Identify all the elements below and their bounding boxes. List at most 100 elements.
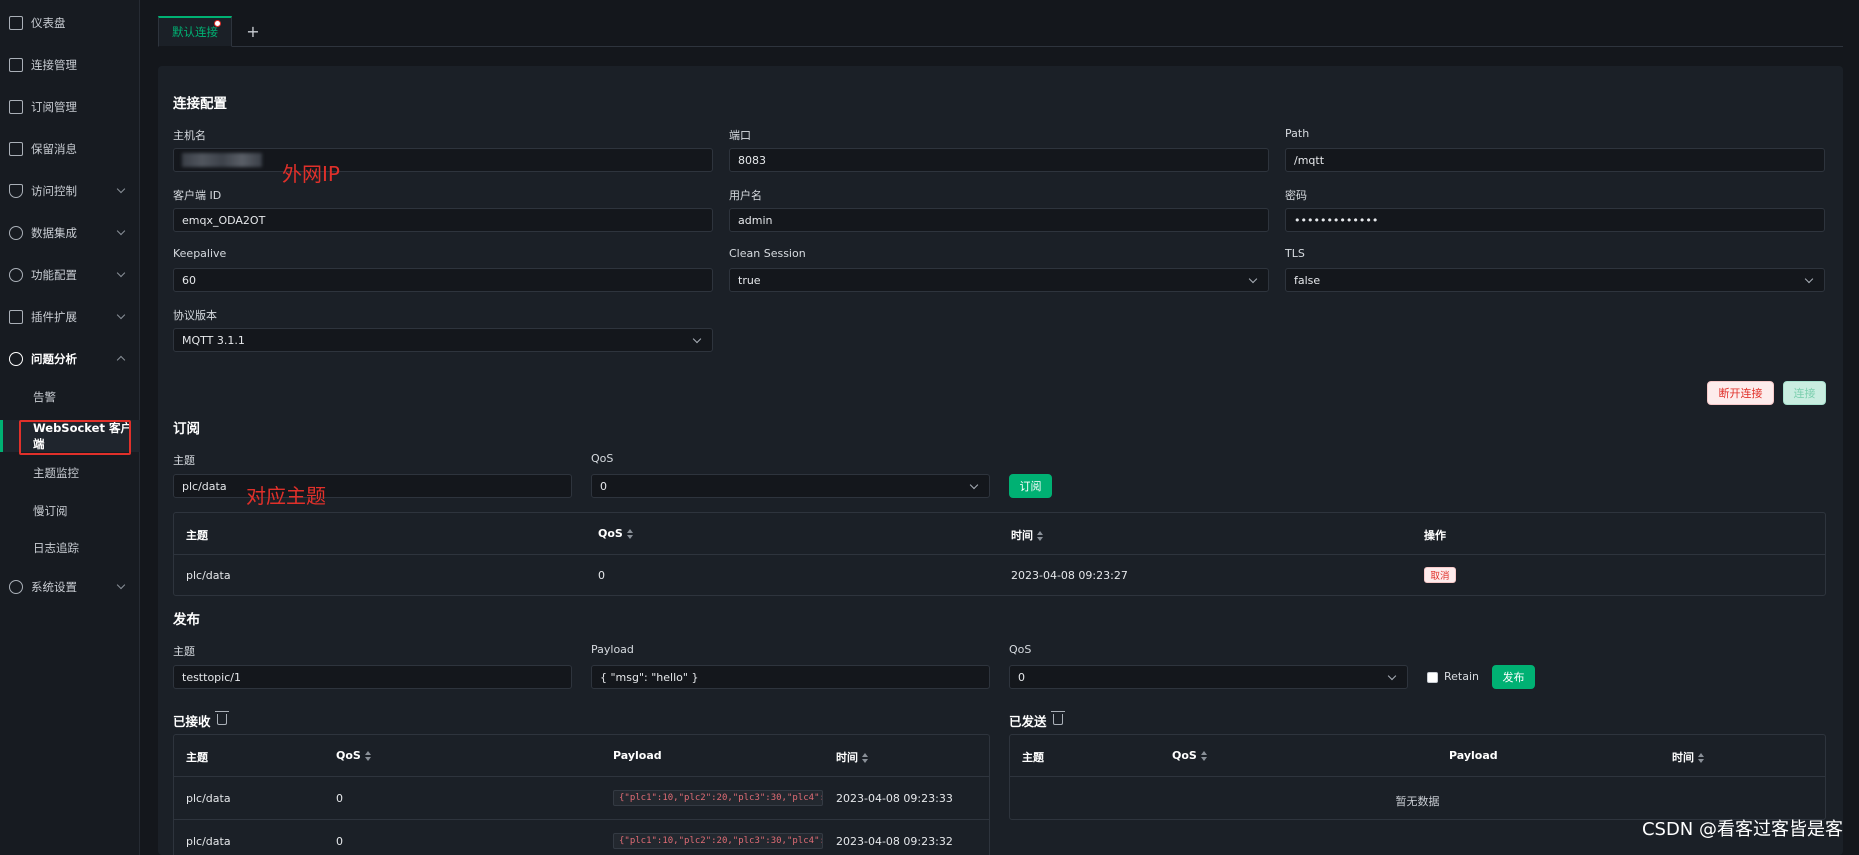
subscriptions-icon bbox=[9, 100, 23, 114]
connection-config-title: 连接配置 bbox=[173, 96, 227, 112]
column-header-time[interactable]: 时间 bbox=[1011, 527, 1043, 543]
subscribe-title: 订阅 bbox=[173, 421, 200, 437]
publish-topic-input[interactable]: testtopic/1 bbox=[173, 665, 572, 689]
table-cell-topic: plc/data bbox=[186, 792, 231, 805]
sidebar-item-features[interactable]: 功能配置 bbox=[0, 260, 140, 290]
table-cell-qos: 0 bbox=[598, 569, 605, 582]
port-input[interactable]: 8083 bbox=[729, 148, 1269, 172]
subscribe-button[interactable]: 订阅 bbox=[1009, 474, 1052, 498]
path-input[interactable]: /mqtt bbox=[1285, 148, 1825, 172]
sidebar-subitem-websocket-client[interactable]: WebSocket 客户端 bbox=[0, 420, 140, 452]
sidebar-item-retained[interactable]: 保留消息 bbox=[0, 134, 140, 164]
chevron-up-icon bbox=[116, 355, 126, 365]
sidebar-item-label: 连接管理 bbox=[31, 58, 77, 72]
payload-label: Payload bbox=[591, 643, 634, 656]
table-cell-topic: plc/data bbox=[186, 835, 231, 848]
sidebar-item-label: 主题监控 bbox=[33, 466, 79, 480]
sidebar-subitem-slow-subscriptions[interactable]: 慢订阅 bbox=[0, 495, 140, 527]
tab-label: 默认连接 bbox=[172, 25, 218, 39]
select-value: true bbox=[738, 273, 761, 287]
column-header-qos[interactable]: QoS bbox=[598, 527, 633, 540]
keepalive-input[interactable]: 60 bbox=[173, 268, 713, 292]
sidebar-item-system[interactable]: 系统设置 bbox=[0, 572, 140, 602]
sidebar-item-dashboard[interactable]: 仪表盘 bbox=[0, 8, 140, 38]
column-header-topic: 主题 bbox=[1022, 751, 1044, 764]
sidebar-subitem-alarms[interactable]: 告警 bbox=[0, 381, 140, 413]
disconnect-button[interactable]: 断开连接 bbox=[1707, 381, 1774, 405]
subscriptions-table: 主题 QoS 时间 操作 plc/data 0 2023-04-08 09:23… bbox=[173, 512, 1826, 596]
sidebar-item-label: 慢订阅 bbox=[33, 504, 68, 518]
sidebar-item-label: 保留消息 bbox=[31, 142, 77, 156]
websocket-client-panel: 连接配置 主机名 端口 8083 Path /mqtt 客户端 ID emqx_… bbox=[158, 66, 1843, 855]
sort-icon bbox=[1698, 753, 1704, 763]
sidebar-item-integration[interactable]: 数据集成 bbox=[0, 218, 140, 248]
chevron-down-icon bbox=[1387, 671, 1397, 681]
payload-input[interactable]: { "msg": "hello" } bbox=[591, 665, 990, 689]
received-table: 主题 QoS Payload 时间 plc/data 0 {"plc1":10,… bbox=[173, 734, 990, 855]
table-cell-time: 2023-04-08 09:23:32 bbox=[836, 835, 953, 848]
column-header-qos[interactable]: QoS bbox=[1172, 749, 1207, 762]
divider bbox=[174, 776, 989, 777]
trash-icon[interactable] bbox=[1051, 711, 1065, 725]
divider bbox=[1010, 776, 1825, 777]
column-header-time[interactable]: 时间 bbox=[1672, 749, 1704, 765]
host-input[interactable] bbox=[173, 148, 713, 172]
password-label: 密码 bbox=[1285, 189, 1307, 202]
trash-icon[interactable] bbox=[215, 711, 229, 725]
tls-select[interactable]: false bbox=[1285, 268, 1825, 292]
divider bbox=[174, 819, 989, 820]
column-header-payload: Payload bbox=[1449, 749, 1498, 762]
publish-qos-select[interactable]: 0 bbox=[1009, 665, 1408, 689]
subscribe-qos-label: QoS bbox=[591, 452, 614, 465]
publish-qos-label: QoS bbox=[1009, 643, 1032, 656]
sidebar-item-label: 功能配置 bbox=[31, 268, 77, 282]
divider bbox=[174, 554, 1825, 555]
chevron-down-icon bbox=[969, 480, 979, 490]
chevron-down-icon bbox=[1248, 274, 1258, 284]
integration-icon bbox=[9, 226, 23, 240]
subscribe-topic-input[interactable]: plc/data bbox=[173, 474, 572, 498]
settings-icon bbox=[9, 268, 23, 282]
column-header-qos[interactable]: QoS bbox=[336, 749, 371, 762]
table-cell-time: 2023-04-08 09:23:33 bbox=[836, 792, 953, 805]
path-label: Path bbox=[1285, 127, 1310, 140]
sidebar-item-plugins[interactable]: 插件扩展 bbox=[0, 302, 140, 332]
sidebar-subitem-topic-metrics[interactable]: 主题监控 bbox=[0, 457, 140, 489]
sidebar-item-subscriptions[interactable]: 订阅管理 bbox=[0, 92, 140, 122]
column-header-topic: 主题 bbox=[186, 529, 208, 542]
sidebar: 仪表盘 连接管理 订阅管理 保留消息 访问控制 数据集成 功能配置 插件扩展 问… bbox=[0, 0, 140, 855]
sidebar-item-label: 告警 bbox=[33, 390, 56, 404]
sidebar-subitem-log-trace[interactable]: 日志追踪 bbox=[0, 532, 140, 564]
sidebar-item-diagnose[interactable]: 问题分析 bbox=[0, 344, 140, 374]
port-label: 端口 bbox=[729, 129, 751, 142]
publish-button[interactable]: 发布 bbox=[1492, 665, 1535, 689]
publish-topic-label: 主题 bbox=[173, 645, 195, 658]
clean-session-select[interactable]: true bbox=[729, 268, 1269, 292]
sidebar-item-label: 数据集成 bbox=[31, 226, 77, 240]
sidebar-item-access-control[interactable]: 访问控制 bbox=[0, 176, 140, 206]
connect-button[interactable]: 连接 bbox=[1783, 381, 1826, 405]
unsubscribe-button[interactable]: 取消 bbox=[1424, 567, 1456, 583]
subscribe-qos-select[interactable]: 0 bbox=[591, 474, 990, 498]
protocol-version-select[interactable]: MQTT 3.1.1 bbox=[173, 328, 713, 352]
shield-icon bbox=[9, 184, 23, 198]
table-cell-topic: plc/data bbox=[186, 569, 231, 582]
retain-label: Retain bbox=[1444, 670, 1479, 683]
chevron-down-icon bbox=[116, 268, 126, 278]
column-header-time[interactable]: 时间 bbox=[836, 749, 868, 765]
table-cell-payload: {"plc1":10,"plc2":20,"plc3":30,"plc4":40… bbox=[613, 790, 823, 806]
subscribe-topic-label: 主题 bbox=[173, 454, 195, 467]
chevron-down-icon bbox=[1804, 274, 1814, 284]
protocol-version-label: 协议版本 bbox=[173, 309, 217, 322]
clientid-input[interactable]: emqx_ODA2OT bbox=[173, 208, 713, 232]
table-cell-qos: 0 bbox=[336, 792, 343, 805]
add-tab-button[interactable]: + bbox=[242, 16, 264, 47]
sidebar-item-connections[interactable]: 连接管理 bbox=[0, 50, 140, 80]
username-input[interactable]: admin bbox=[729, 208, 1269, 232]
tab-default-connection[interactable]: 默认连接 bbox=[158, 16, 232, 47]
sent-title: 已发送 bbox=[1009, 714, 1047, 729]
annotation-public-ip: 外网IP bbox=[282, 162, 340, 186]
retain-checkbox[interactable] bbox=[1427, 672, 1438, 683]
retained-icon bbox=[9, 142, 23, 156]
password-input[interactable]: ••••••••••••• bbox=[1285, 208, 1825, 232]
